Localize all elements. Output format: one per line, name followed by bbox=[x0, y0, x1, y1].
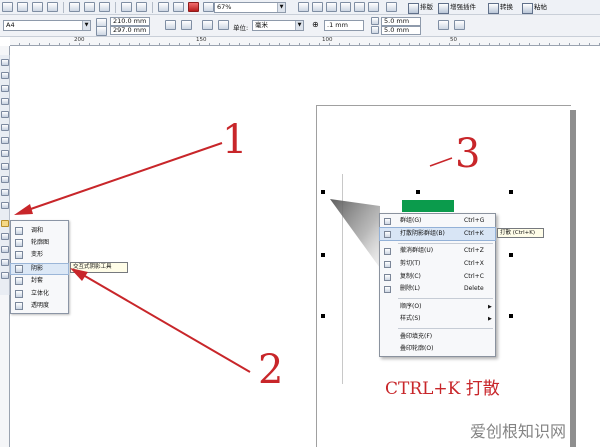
arrow-1-line bbox=[21, 142, 223, 213]
arrow-1-head bbox=[14, 204, 33, 215]
step-3-mark bbox=[429, 157, 453, 167]
arrow-2-head bbox=[70, 268, 88, 281]
shortcut-caption: CTRL+K 打散 bbox=[385, 379, 500, 399]
arrow-2-line bbox=[77, 271, 251, 373]
annotation-arrows bbox=[14, 142, 453, 373]
watermark: 爱创根知识网 bbox=[470, 422, 567, 441]
step-1-label: 1 bbox=[222, 117, 248, 163]
step-2-label: 2 bbox=[258, 347, 284, 393]
step-3-label: 3 bbox=[455, 131, 481, 177]
